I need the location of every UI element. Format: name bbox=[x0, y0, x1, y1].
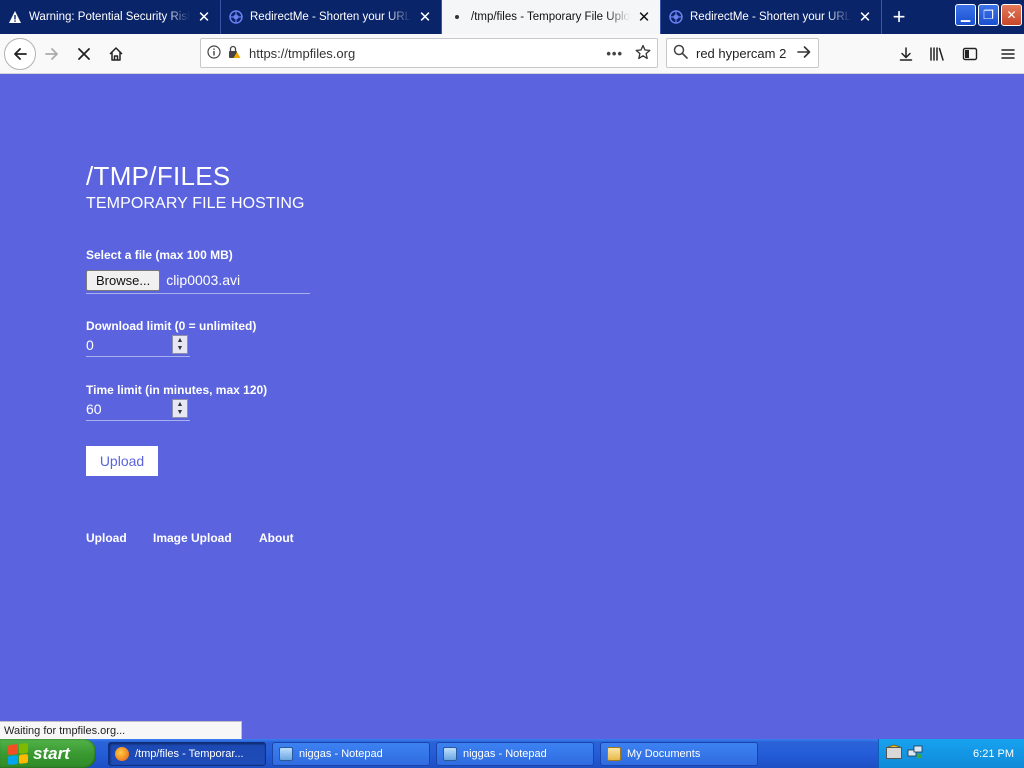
taskbar-button-my-documents[interactable]: My Documents bbox=[600, 741, 758, 766]
close-icon[interactable]: ✕ bbox=[417, 9, 433, 25]
taskbar-button-notepad-2[interactable]: niggas - Notepad bbox=[436, 741, 594, 766]
window-controls: ▁ ❐ ✕ bbox=[955, 4, 1022, 26]
toolbar-right bbox=[890, 38, 1024, 70]
taskbar-button-label: niggas - Notepad bbox=[463, 747, 547, 760]
close-window-button[interactable]: ✕ bbox=[1001, 4, 1022, 26]
tab-security-warning[interactable]: Warning: Potential Security Risk Ahead ✕ bbox=[0, 0, 221, 34]
download-icon bbox=[899, 47, 913, 61]
info-icon[interactable] bbox=[207, 44, 221, 62]
spinner-icon[interactable]: ▲ ▼ bbox=[172, 399, 188, 418]
globe-icon bbox=[229, 10, 243, 24]
bookmark-star-icon[interactable] bbox=[635, 44, 651, 63]
selected-file-name: clip0003.avi bbox=[166, 272, 241, 288]
url-text: https://tmpfiles.org bbox=[249, 45, 356, 61]
tab-redirectme-2[interactable]: RedirectMe - Shorten your URL to redirec… bbox=[661, 0, 882, 34]
library-icon bbox=[930, 47, 944, 61]
download-limit-input[interactable]: 0 ▲ ▼ bbox=[86, 333, 190, 357]
arrow-right-icon bbox=[45, 47, 58, 60]
file-field-label: Select a file (max 100 MB) bbox=[86, 248, 233, 262]
notepad-icon bbox=[443, 746, 457, 761]
close-icon[interactable]: ✕ bbox=[196, 9, 212, 25]
navigation-toolbar: https://tmpfiles.org ••• red hypercam 2 bbox=[0, 34, 1024, 74]
page-content: /TMP/FILES TEMPORARY FILE HOSTING Select… bbox=[0, 75, 1024, 721]
sidebar-button[interactable] bbox=[954, 38, 986, 70]
folder-icon bbox=[607, 746, 621, 761]
stop-button[interactable] bbox=[68, 38, 100, 70]
menu-button[interactable] bbox=[992, 38, 1024, 70]
footer-link-image-upload[interactable]: Image Upload bbox=[153, 531, 232, 545]
search-go-icon[interactable] bbox=[796, 44, 812, 63]
home-icon bbox=[109, 46, 123, 61]
stop-icon bbox=[78, 47, 90, 60]
search-bar[interactable]: red hypercam 2 bbox=[666, 38, 819, 68]
tab-title: Warning: Potential Security Risk Ahead bbox=[29, 11, 190, 23]
footer-link-upload[interactable]: Upload bbox=[86, 531, 127, 545]
start-label: start bbox=[33, 743, 70, 763]
tab-title: /tmp/files - Temporary File Upload bbox=[471, 11, 630, 23]
restore-button[interactable]: ❐ bbox=[978, 4, 999, 26]
tab-redirectme[interactable]: RedirectMe - Shorten your URL to redirec… bbox=[221, 0, 442, 34]
footer-link-about[interactable]: About bbox=[259, 531, 294, 545]
status-bar: Waiting for tmpfiles.org... bbox=[0, 721, 242, 739]
network-icon[interactable] bbox=[907, 744, 923, 763]
home-button[interactable] bbox=[100, 38, 132, 70]
new-tab-button[interactable]: + bbox=[882, 0, 916, 34]
start-button[interactable]: start bbox=[0, 739, 96, 768]
file-input[interactable]: Browse... clip0003.avi bbox=[86, 267, 310, 294]
download-limit-value: 0 bbox=[86, 336, 94, 353]
time-limit-label: Time limit (in minutes, max 120) bbox=[86, 383, 268, 397]
minimize-button[interactable]: ▁ bbox=[955, 4, 976, 26]
taskbar-button-firefox[interactable]: /tmp/files - Temporar... bbox=[108, 741, 266, 766]
site-title: /TMP/FILES bbox=[86, 161, 231, 191]
tab-tmpfiles[interactable]: /tmp/files - Temporary File Upload ✕ bbox=[442, 0, 661, 34]
warning-icon bbox=[8, 10, 22, 24]
hamburger-menu-icon bbox=[1001, 49, 1015, 59]
search-input[interactable]: red hypercam 2 bbox=[696, 46, 796, 61]
spinner-icon[interactable]: ▲ ▼ bbox=[172, 335, 188, 354]
notepad-icon bbox=[279, 746, 293, 761]
downloads-button[interactable] bbox=[890, 38, 922, 70]
back-button[interactable] bbox=[4, 37, 36, 70]
url-bar[interactable]: https://tmpfiles.org ••• bbox=[200, 38, 658, 68]
arrow-left-icon bbox=[14, 47, 27, 60]
taskbar-button-notepad-1[interactable]: niggas - Notepad bbox=[272, 741, 430, 766]
lock-warning-icon[interactable] bbox=[227, 45, 241, 62]
taskbar-button-label: My Documents bbox=[627, 747, 701, 760]
tab-strip: Warning: Potential Security Risk Ahead ✕… bbox=[0, 0, 1024, 34]
forward-button[interactable] bbox=[36, 38, 68, 70]
tab-title: RedirectMe - Shorten your URL to redirec… bbox=[690, 11, 851, 23]
firefox-icon bbox=[115, 746, 129, 761]
time-limit-value: 60 bbox=[86, 400, 102, 417]
tab-title: RedirectMe - Shorten your URL to redirec… bbox=[250, 11, 411, 23]
library-button[interactable] bbox=[922, 38, 954, 70]
taskbar: start /tmp/files - Temporar... niggas - … bbox=[0, 739, 1024, 768]
sidebar-icon bbox=[962, 47, 978, 61]
browse-button[interactable]: Browse... bbox=[86, 269, 161, 291]
site-subtitle: TEMPORARY FILE HOSTING bbox=[86, 195, 305, 212]
page-actions-menu-icon[interactable]: ••• bbox=[606, 46, 623, 61]
clock: 6:21 PM bbox=[973, 747, 1014, 760]
close-icon[interactable]: ✕ bbox=[857, 9, 873, 25]
download-limit-label: Download limit (0 = unlimited) bbox=[86, 319, 257, 333]
windows-logo-icon bbox=[8, 742, 28, 765]
taskbar-button-label: niggas - Notepad bbox=[299, 747, 383, 760]
time-limit-input[interactable]: 60 ▲ ▼ bbox=[86, 397, 190, 421]
close-icon[interactable]: ✕ bbox=[636, 9, 652, 25]
upload-button[interactable]: Upload bbox=[86, 446, 158, 476]
loading-icon bbox=[450, 10, 464, 24]
search-icon bbox=[673, 44, 688, 62]
keyboard-icon[interactable] bbox=[886, 747, 902, 759]
globe-icon bbox=[669, 10, 683, 24]
taskbar-button-label: /tmp/files - Temporar... bbox=[135, 747, 244, 760]
